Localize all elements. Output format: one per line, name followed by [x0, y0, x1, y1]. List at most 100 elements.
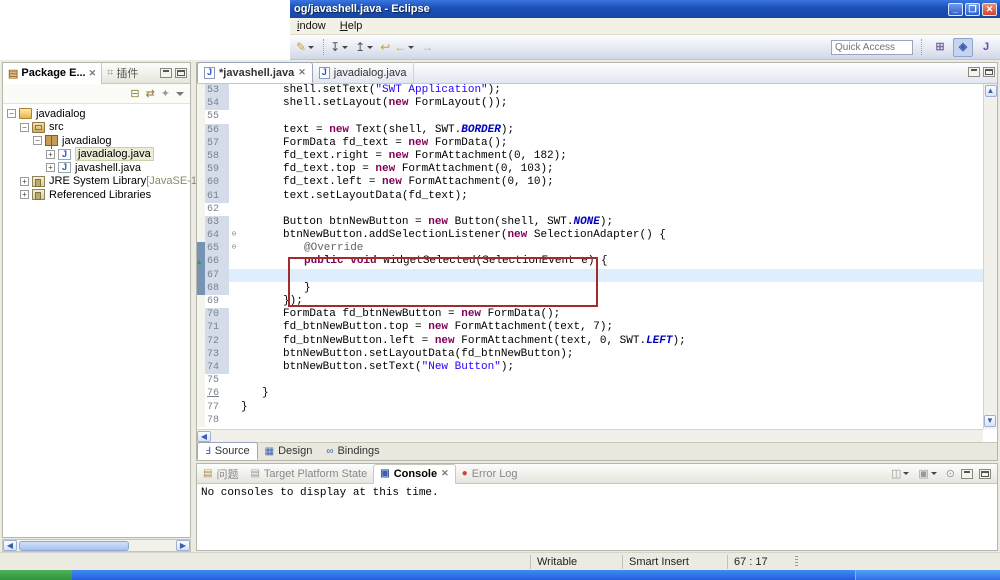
- code-line-73[interactable]: 73btnNewButton.setLayoutData(fd_btnNewBu…: [197, 348, 983, 361]
- code-line-77[interactable]: 77}: [197, 401, 983, 414]
- console-tab-console[interactable]: ▣Console✕: [373, 464, 455, 484]
- scroll-down-icon[interactable]: ▼: [984, 415, 996, 427]
- previous-annotation-icon[interactable]: ↥: [353, 38, 378, 57]
- console-tab-target-platform-state[interactable]: ▤Target Platform State: [244, 464, 373, 484]
- scroll-right-icon[interactable]: ▶: [176, 540, 190, 551]
- code-line-57[interactable]: 57FormData fd_text = new FormData();: [197, 137, 983, 150]
- tree-item-javadialog[interactable]: −javadialog: [3, 134, 190, 148]
- statusbar-drag-handle[interactable]: [795, 556, 798, 568]
- code-line-71[interactable]: 71fd_btnNewButton.top = new FormAttachme…: [197, 321, 983, 334]
- code-line-65[interactable]: 65⊖@Override: [197, 242, 983, 255]
- java-perspective-button[interactable]: J: [976, 38, 996, 57]
- code-line-55[interactable]: 55: [197, 110, 983, 123]
- minimize-editor-button[interactable]: [968, 67, 980, 77]
- expand-icon[interactable]: +: [46, 163, 55, 172]
- code-line-78[interactable]: 78: [197, 414, 983, 427]
- close-tab-icon[interactable]: ✕: [298, 67, 306, 78]
- menu-item-help[interactable]: Help: [333, 19, 370, 33]
- code-line-74[interactable]: 74btnNewButton.setText("New Button");: [197, 361, 983, 374]
- code-line-64[interactable]: 64⊖btnNewButton.addSelectionListener(new…: [197, 229, 983, 242]
- pin-console-icon[interactable]: ⊙: [946, 467, 955, 480]
- open-perspective-icon[interactable]: ⊞: [930, 38, 950, 57]
- display-selected-console-icon[interactable]: ▣: [918, 467, 939, 480]
- dropdown-arrow-icon[interactable]: [342, 46, 348, 49]
- dropdown-arrow-icon[interactable]: [903, 472, 909, 475]
- maximize-console-button[interactable]: [979, 469, 991, 479]
- tree-item-javadialog-java[interactable]: +javadialog.java: [3, 148, 190, 162]
- run-last-tool-icon[interactable]: ✎: [294, 38, 319, 57]
- windowbuilder-perspective-button[interactable]: ◈: [953, 38, 973, 57]
- last-edit-location-icon[interactable]: ↩: [378, 38, 392, 57]
- code-line-62[interactable]: 62: [197, 203, 983, 216]
- collapse-all-icon[interactable]: ⊟: [130, 87, 139, 100]
- code-line-68[interactable]: 68}: [197, 282, 983, 295]
- editor-tab-javashell-java[interactable]: *javashell.java✕: [197, 62, 313, 83]
- close-tab-icon[interactable]: ✕: [441, 468, 449, 479]
- tab-design[interactable]: ▦Design: [258, 442, 320, 460]
- code-line-56[interactable]: 56text = new Text(shell, SWT.BORDER);: [197, 124, 983, 137]
- focus-icon[interactable]: ✦: [161, 87, 170, 100]
- collapse-icon[interactable]: −: [20, 123, 29, 132]
- minimize-view-button[interactable]: [160, 68, 172, 78]
- back-icon[interactable]: ←: [392, 38, 419, 57]
- expand-icon[interactable]: +: [46, 150, 55, 159]
- tree-item-javashell-java[interactable]: +javashell.java: [3, 161, 190, 175]
- tree-item-javadialog[interactable]: −javadialog: [3, 107, 190, 121]
- code-line-72[interactable]: 72fd_btnNewButton.left = new FormAttachm…: [197, 335, 983, 348]
- code-line-53[interactable]: 53shell.setText("SWT Application");: [197, 84, 983, 97]
- code-line-70[interactable]: 70FormData fd_btnNewButton = new FormDat…: [197, 308, 983, 321]
- code-line-63[interactable]: 63Button btnNewButton = new Button(shell…: [197, 216, 983, 229]
- editor-vscrollbar[interactable]: ▲ ▼: [983, 84, 997, 429]
- console-tab-error-log[interactable]: ●Error Log: [456, 464, 524, 484]
- dropdown-arrow-icon[interactable]: [367, 46, 373, 49]
- dropdown-arrow-icon[interactable]: [408, 46, 414, 49]
- close-tab-icon[interactable]: ✕: [89, 68, 97, 79]
- maximize-view-button[interactable]: [175, 68, 187, 78]
- dropdown-arrow-icon[interactable]: [308, 46, 314, 49]
- tab-bindings[interactable]: ∞Bindings: [319, 442, 386, 460]
- scroll-left-icon[interactable]: ◀: [3, 540, 17, 551]
- open-console-icon[interactable]: ◫: [891, 467, 912, 480]
- restore-window-button[interactable]: ❐: [965, 3, 980, 16]
- forward-icon[interactable]: →: [419, 38, 435, 57]
- collapse-icon[interactable]: −: [33, 136, 42, 145]
- tree-item-referenced-libraries[interactable]: +Referenced Libraries: [3, 188, 190, 202]
- code-line-69[interactable]: 69});: [197, 295, 983, 308]
- editor-hscrollbar[interactable]: ◀: [197, 429, 983, 442]
- collapse-icon[interactable]: −: [7, 109, 16, 118]
- close-window-button[interactable]: ✕: [982, 3, 997, 16]
- tab-package-explorer[interactable]: ▤ Package E... ✕: [3, 63, 102, 84]
- code-editor[interactable]: 53shell.setText("SWT Application");54she…: [197, 84, 983, 429]
- maximize-editor-button[interactable]: [983, 67, 995, 77]
- code-line-75[interactable]: 75: [197, 374, 983, 387]
- tab-plugins[interactable]: ⌗ 插件: [102, 63, 143, 84]
- minimize-window-button[interactable]: _: [948, 3, 963, 16]
- menu-item-indow[interactable]: indow: [290, 19, 333, 33]
- minimize-console-button[interactable]: [961, 469, 973, 479]
- scroll-up-icon[interactable]: ▲: [985, 85, 997, 97]
- code-line-59[interactable]: 59fd_text.top = new FormAttachment(0, 10…: [197, 163, 983, 176]
- code-line-76[interactable]: 76}: [197, 387, 983, 400]
- code-line-54[interactable]: 54shell.setLayout(new FormLayout());: [197, 97, 983, 110]
- scrollbar-thumb[interactable]: [19, 541, 129, 551]
- code-line-58[interactable]: 58fd_text.right = new FormAttachment(0, …: [197, 150, 983, 163]
- console-tab-问题[interactable]: ▤问题: [197, 464, 244, 484]
- expand-icon[interactable]: +: [20, 190, 29, 199]
- code-line-61[interactable]: 61text.setLayoutData(fd_text);: [197, 190, 983, 203]
- expand-icon[interactable]: +: [20, 177, 29, 186]
- scroll-left-icon[interactable]: ◀: [197, 431, 211, 442]
- start-button[interactable]: [0, 570, 72, 580]
- view-menu-icon[interactable]: [176, 92, 184, 96]
- next-annotation-icon[interactable]: ↧: [328, 38, 353, 57]
- tree-item-src[interactable]: −src: [3, 121, 190, 135]
- link-with-editor-icon[interactable]: ⇄: [146, 87, 155, 100]
- tree-item-jre-system-library[interactable]: +JRE System Library [JavaSE-1.: [3, 175, 190, 189]
- package-explorer-hscrollbar[interactable]: ◀ ▶: [2, 539, 191, 552]
- fold-collapse-icon[interactable]: ⊖: [229, 229, 239, 242]
- fold-collapse-icon[interactable]: ⊖: [229, 242, 239, 255]
- window-titlebar[interactable]: og/javashell.java - Eclipse _ ❐ ✕: [290, 0, 1000, 18]
- code-line-66[interactable]: ▲66public void widgetSelected(SelectionE…: [197, 255, 983, 268]
- code-line-60[interactable]: 60fd_text.left = new FormAttachment(0, 1…: [197, 176, 983, 189]
- windows-taskbar[interactable]: [0, 570, 1000, 580]
- code-line-67[interactable]: 67: [197, 269, 983, 282]
